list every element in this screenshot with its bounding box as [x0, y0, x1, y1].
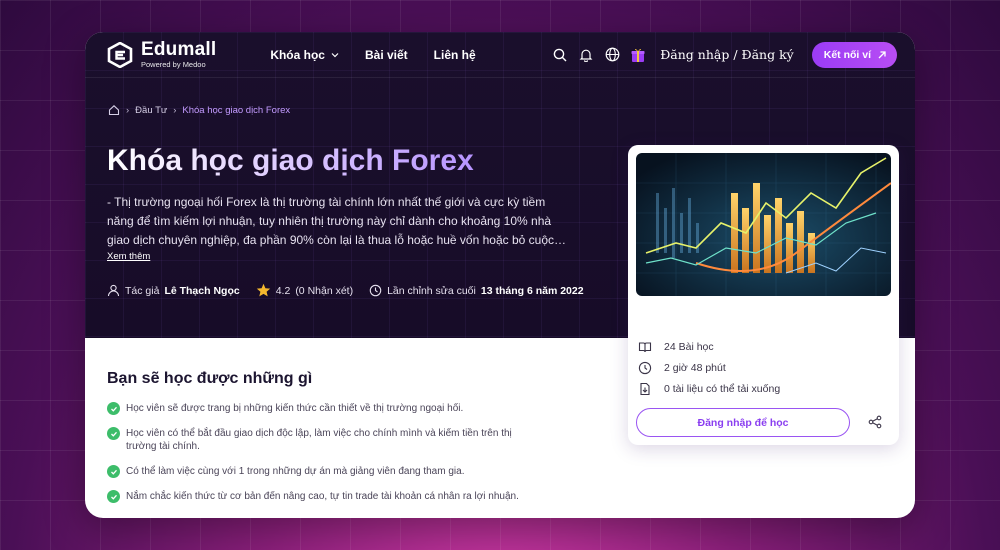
- nav-contact-label: Liên hệ: [433, 47, 476, 62]
- course-thumbnail: [636, 153, 891, 296]
- clock-history-icon: [369, 284, 382, 297]
- clock-icon: [638, 361, 652, 374]
- nav-articles-label: Bài viết: [364, 47, 408, 62]
- login-to-learn-button[interactable]: Đăng nhập để học: [636, 408, 850, 437]
- logo-tagline: Powered by Medoo: [141, 60, 206, 70]
- updated-prefix: Lần chỉnh sửa cuối: [387, 284, 476, 297]
- download-file-icon: [640, 382, 650, 395]
- rating-info: 4.2 (0 Nhận xét): [256, 283, 353, 298]
- author-prefix: Tác giả: [125, 284, 160, 297]
- auth-separator: /: [729, 47, 742, 62]
- learn-section-title: Bạn sẽ học được những gì: [107, 370, 313, 387]
- list-item: Học viên sẽ được trang bị những kiến thứ…: [107, 402, 537, 415]
- updated-date: 13 tháng 6 năm 2022: [480, 284, 584, 297]
- connect-wallet-label: Kết nối ví: [823, 48, 871, 61]
- learn-item-text: Nắm chắc kiến thức từ cơ bản đến nâng ca…: [126, 491, 519, 502]
- main-nav: Khóa học Bài viết Liên hệ: [270, 48, 475, 62]
- check-circle-icon: [107, 490, 120, 503]
- list-item: Nắm chắc kiến thức từ cơ bản đến nâng ca…: [107, 490, 537, 503]
- duration-row: 2 giờ 48 phút: [638, 357, 780, 378]
- nav-courses[interactable]: Khóa học: [270, 48, 339, 62]
- learn-item-text: Có thể làm việc cùng với 1 trong những d…: [126, 466, 465, 477]
- nav-courses-label: Khóa học: [270, 47, 325, 62]
- share-icon[interactable]: [868, 415, 882, 429]
- header-actions: Đăng nhập / Đăng ký Kết nối ví: [552, 41, 897, 68]
- lessons-count: 24 Bài học: [664, 340, 714, 353]
- see-more-link[interactable]: Xem thêm: [107, 251, 150, 262]
- chevron-down-icon: [331, 52, 339, 57]
- edumall-logo-icon: [107, 41, 133, 68]
- course-duration: 2 giờ 48 phút: [664, 361, 726, 374]
- search-icon[interactable]: [552, 47, 568, 63]
- last-updated-info: Lần chỉnh sửa cuối 13 tháng 6 năm 2022: [369, 284, 584, 297]
- course-purchase-card: 24 Bài học 2 giờ 48 phút 0 tài liệu có t…: [628, 145, 899, 445]
- globe-icon[interactable]: [604, 47, 620, 63]
- learn-item-text: Học viên sẽ được trang bị những kiến thứ…: [126, 403, 464, 414]
- breadcrumb-separator: ›: [173, 104, 177, 116]
- list-item: Học viên có thể bắt đầu giao dịch độc lậ…: [107, 427, 537, 453]
- author-info: Tác giả Lê Thạch Ngọc: [107, 284, 240, 297]
- breadcrumb-current: Khóa học giao dịch Forex: [182, 104, 291, 116]
- rating-value: 4.2: [275, 284, 291, 297]
- course-details: 24 Bài học 2 giờ 48 phút 0 tài liệu có t…: [638, 336, 780, 399]
- breadcrumb-separator: ›: [126, 104, 130, 116]
- lessons-row: 24 Bài học: [638, 336, 780, 357]
- auth-links: Đăng nhập / Đăng ký: [660, 47, 794, 62]
- learn-item-text: Học viên có thể bắt đầu giao dịch độc lậ…: [126, 428, 512, 452]
- check-circle-icon: [107, 465, 120, 478]
- browser-window: Edumall Powered by Medoo Khóa học Bài vi…: [85, 32, 915, 518]
- login-link[interactable]: Đăng nhập: [660, 47, 729, 62]
- top-navigation: Edumall Powered by Medoo Khóa học Bài vi…: [85, 32, 915, 78]
- user-icon: [107, 284, 120, 297]
- nav-contact[interactable]: Liên hệ: [434, 48, 476, 62]
- gift-icon[interactable]: [630, 47, 646, 63]
- nav-articles[interactable]: Bài viết: [365, 48, 408, 62]
- downloads-row: 0 tài liệu có thể tải xuống: [638, 378, 780, 399]
- breadcrumb-category[interactable]: Đầu Tư: [135, 105, 167, 116]
- connect-wallet-button[interactable]: Kết nối ví: [811, 41, 897, 68]
- review-count: (0 Nhận xét): [295, 284, 354, 297]
- check-circle-icon: [107, 402, 120, 415]
- author-name[interactable]: Lê Thạch Ngọc: [164, 285, 239, 297]
- breadcrumb: › Đầu Tư › Khóa học giao dịch Forex: [108, 104, 290, 116]
- star-icon: [256, 283, 270, 297]
- course-description: - Thị trường ngoại hối Forex là thị trườ…: [107, 195, 554, 247]
- logo-name: Edumall: [141, 39, 217, 61]
- list-item: Có thể làm việc cùng với 1 trong những d…: [107, 465, 537, 478]
- downloadable-resources: 0 tài liệu có thể tải xuống: [664, 382, 781, 395]
- bell-icon[interactable]: [578, 47, 594, 63]
- course-meta: Tác giả Lê Thạch Ngọc 4.2 (0 Nhận xét) L…: [107, 283, 584, 298]
- learn-list: Học viên sẽ được trang bị những kiến thứ…: [107, 402, 537, 515]
- check-circle-icon: [107, 427, 120, 440]
- course-title: Khóa học giao dịch Forex: [107, 144, 474, 177]
- book-icon: [638, 341, 652, 352]
- edumall-logo[interactable]: Edumall Powered by Medoo: [107, 40, 216, 69]
- home-icon[interactable]: [108, 104, 120, 116]
- register-link[interactable]: Đăng ký: [742, 47, 794, 62]
- arrow-up-right-icon: [878, 50, 886, 58]
